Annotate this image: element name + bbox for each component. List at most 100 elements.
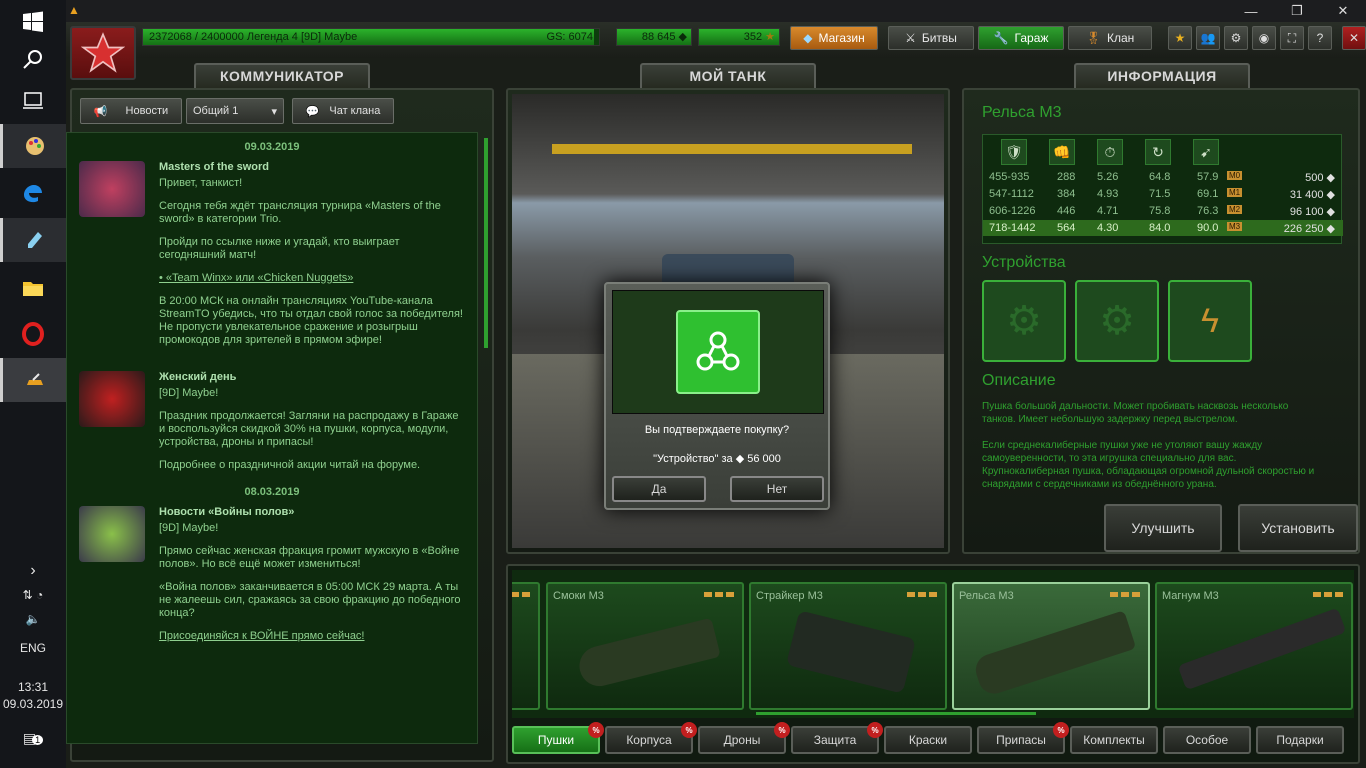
action-center-icon[interactable]: ▤1 <box>0 730 66 747</box>
stat-cell: 564 <box>1057 222 1076 234</box>
tank-card[interactable]: Магнум M3 <box>1155 582 1353 710</box>
modification-level-badge: M3 <box>1227 222 1243 231</box>
news-text: Сегодня тебя ждёт трансляция турнира «Ma… <box>159 200 441 225</box>
stat-cell: 547-1112 <box>989 188 1034 200</box>
railgun-turret-icon <box>971 610 1137 698</box>
notepad-app-icon[interactable] <box>0 218 66 262</box>
category-tab[interactable]: Комплекты <box>1070 726 1158 754</box>
tank-card[interactable]: Страйкер M3 <box>749 582 947 710</box>
stat-cell: 76.3 <box>1197 205 1219 217</box>
network-icon[interactable]: ⇅ ◔ <box>0 588 66 602</box>
device-slot-3[interactable]: ϟ <box>1168 280 1252 362</box>
news-link[interactable]: Присоединяйся к ВОЙНЕ прямо сейчас! <box>159 630 465 643</box>
stat-row: 455-935 288 5.26 64.8 57.9 M0 500 ◆ <box>983 169 1343 185</box>
carousel-scrollbar[interactable] <box>756 712 1036 715</box>
category-label: Краски <box>908 733 948 747</box>
device-slot-2[interactable]: ⚙ <box>1075 280 1159 362</box>
category-label: Особое <box>1185 733 1229 747</box>
news-link[interactable]: • «Team Winx» или «Chicken Nuggets» <box>159 272 465 285</box>
star-icon: ★ <box>765 31 775 43</box>
volume-icon[interactable]: 🔈 <box>0 612 66 626</box>
stat-cell: 226 250 ◆ <box>1283 223 1335 235</box>
news-feed[interactable]: 09.03.2019 Masters of the sword Привет, … <box>66 132 478 744</box>
show-hidden-icons-chevron-icon[interactable]: › <box>0 562 66 580</box>
chevron-down-icon: ▾ <box>271 105 277 118</box>
help-icon[interactable]: ? <box>1308 26 1332 50</box>
install-button[interactable]: Установить <box>1238 504 1358 552</box>
tank-card-partial[interactable] <box>512 582 540 710</box>
impact-icon: 👊 <box>1049 139 1075 165</box>
category-tab[interactable]: Краски <box>884 726 972 754</box>
stat-cell: 455-935 <box>989 171 1030 183</box>
shop-button[interactable]: ◆ Магазин <box>790 26 878 50</box>
tank-card-selected[interactable]: Рельса M3 <box>952 582 1150 710</box>
language-indicator[interactable]: ENG <box>0 641 66 655</box>
purchase-confirm-dialog: Вы подтверждаете покупку? "Устройство" з… <box>604 282 830 510</box>
category-tab[interactable]: Особое <box>1163 726 1251 754</box>
news-text: Пройди по ссылке ниже и угадай, кто выиг… <box>159 236 400 261</box>
stat-cell: 90.0 <box>1197 222 1219 234</box>
battles-button[interactable]: ⚔ Битвы <box>888 26 974 50</box>
upgrade-button[interactable]: Улучшить <box>1104 504 1222 552</box>
news-scrollbar[interactable] <box>484 138 488 348</box>
confirm-yes-button[interactable]: Да <box>612 476 706 502</box>
tanki-online-app-icon[interactable] <box>0 358 66 402</box>
megaphone-icon: 📢 <box>93 105 108 118</box>
description-title: Описание <box>982 372 1056 389</box>
channel-select[interactable]: Общий 1 ▾ <box>186 98 284 124</box>
category-tab[interactable]: Подарки <box>1256 726 1344 754</box>
sound-icon[interactable]: ◉ <box>1252 26 1276 50</box>
stat-cell: 31 400 ◆ <box>1289 189 1335 201</box>
category-tab[interactable]: Припасы% <box>977 722 1069 754</box>
device-hexagon-icon <box>676 310 760 394</box>
news-text: «Война полов» заканчивается в 05:00 МСК … <box>159 581 461 619</box>
fullscreen-icon[interactable]: ⛶ <box>1280 26 1304 50</box>
friends-icon[interactable]: 👥 <box>1196 26 1220 50</box>
tank-card[interactable]: Смоки M3 <box>546 582 744 710</box>
minimize-button[interactable]: — <box>1228 0 1274 22</box>
striker-turret-icon <box>786 610 916 694</box>
medal-icon: 🎖 <box>1085 31 1101 45</box>
quests-star-icon[interactable]: ★ <box>1168 26 1192 50</box>
clan-button[interactable]: 🎖 Клан <box>1068 26 1152 50</box>
crystals-value: 88 645 <box>641 31 676 43</box>
category-tab[interactable]: Корпуса% <box>605 722 697 754</box>
device-gear-icon: ⚙ <box>1006 299 1042 343</box>
category-tab[interactable]: Дроны% <box>698 722 790 754</box>
exit-game-icon[interactable]: ✕ <box>1342 26 1366 50</box>
battles-label: Битвы <box>921 31 957 45</box>
garage-button[interactable]: 🔧 Гараж <box>978 26 1064 50</box>
paint-app-icon[interactable] <box>0 124 66 168</box>
level-dots-icon <box>1110 592 1140 597</box>
task-view-icon[interactable] <box>0 78 66 122</box>
settings-gear-icon[interactable]: ⚙ <box>1224 26 1248 50</box>
news-item: Женский день [9D] Maybe! Праздник продол… <box>67 371 477 472</box>
sale-badge-icon: % <box>1053 722 1069 738</box>
close-window-button[interactable]: ✕ <box>1320 0 1366 22</box>
reload-icon: ⏱ <box>1097 139 1123 165</box>
level-dots-icon <box>907 592 937 597</box>
file-explorer-icon[interactable] <box>0 266 66 310</box>
clock-time[interactable]: 13:31 <box>0 680 66 694</box>
category-tab[interactable]: Защита% <box>791 722 883 754</box>
news-text: [9D] Maybe! <box>159 522 219 534</box>
category-tab[interactable]: Пушки% <box>512 722 604 754</box>
maximize-button[interactable]: ❐ <box>1274 0 1320 22</box>
clock-date[interactable]: 09.03.2019 <box>0 697 66 711</box>
device-slot-1[interactable]: ⚙ <box>982 280 1066 362</box>
device-lightning-icon: ϟ <box>1201 301 1219 340</box>
info-tab: ИНФОРМАЦИЯ <box>1074 63 1250 89</box>
stat-row: 718-1442 564 4.30 84.0 90.0 M3 226 250 ◆ <box>983 220 1343 236</box>
news-button[interactable]: 📢 Новости <box>80 98 182 124</box>
sale-badge-icon: % <box>867 722 883 738</box>
experience-bar: 2372068 / 2400000 Легенда 4 [9D] Maybe G… <box>142 28 600 46</box>
garage-crane <box>552 114 912 154</box>
clan-chat-button[interactable]: 💬 Чат клана <box>292 98 394 124</box>
modification-level-badge: M2 <box>1227 205 1243 214</box>
opera-browser-icon[interactable] <box>0 312 66 356</box>
confirm-no-button[interactable]: Нет <box>730 476 824 502</box>
edge-browser-icon[interactable] <box>0 172 66 216</box>
diamond-icon: ◆ <box>803 31 813 45</box>
stat-cell: 96 100 ◆ <box>1289 206 1335 218</box>
search-icon[interactable] <box>0 38 66 82</box>
